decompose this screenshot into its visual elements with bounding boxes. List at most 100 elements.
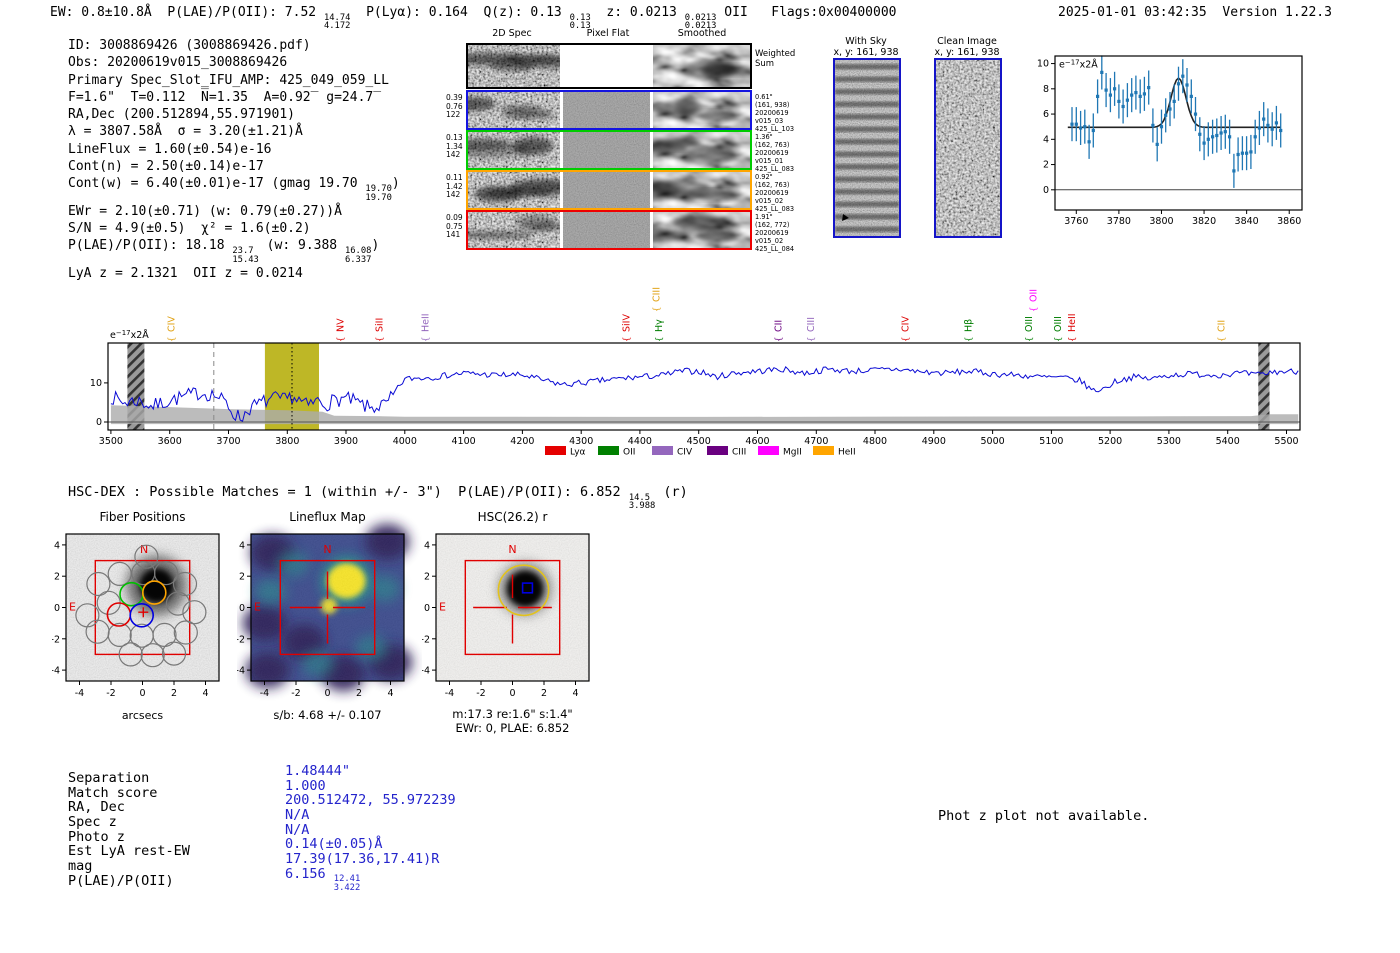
svg-text:OII: OII [1029, 289, 1040, 302]
svg-text:{: { [167, 337, 177, 342]
match-table-label: Photo z [68, 828, 125, 845]
svg-text:3760: 3760 [1064, 216, 1088, 227]
info-line: RA,Dec (200.512894,55.971901) [68, 107, 295, 123]
match-table-value: 1.48444" [285, 763, 351, 779]
svg-text:{: { [1030, 307, 1040, 312]
east-label: E [439, 601, 446, 614]
svg-text:e−17x2Å: e−17x2Å [110, 329, 149, 341]
image-panel-flat [563, 172, 650, 208]
stacked-fraction: 23.7 15.43 [232, 245, 259, 265]
svg-text:CIII: CIII [651, 287, 662, 302]
svg-text:4: 4 [1043, 134, 1049, 145]
svg-text:CIV: CIV [901, 316, 912, 332]
svg-text:-4: -4 [75, 688, 84, 699]
cutout-title: HSC(26.2) r [478, 510, 548, 524]
svg-text:CII: CII [1217, 320, 1228, 332]
svg-text:6: 6 [1043, 109, 1049, 120]
svg-text:3840: 3840 [1235, 216, 1259, 227]
image-panel-flat [563, 92, 650, 128]
svg-text:4600: 4600 [745, 436, 769, 447]
sky-panel-title: With Sky x, y: 161, 938 [833, 36, 899, 58]
svg-text:{: { [421, 337, 431, 342]
svg-text:HeII: HeII [838, 448, 856, 458]
spec2d-col-header: 2D Spec [492, 28, 532, 39]
svg-text:MgII: MgII [783, 448, 802, 458]
info-line: P(LAE)/P(OII): 18.18 23.7 15.43 (w: 9.388… [68, 238, 380, 265]
svg-text:-4: -4 [237, 666, 245, 677]
svg-text:CIV: CIV [677, 448, 693, 458]
hsc-cutout: -4 -4 -2 -2 0 0 2 2 4 4 HSC(26.2) r N Em:17.3 re:1.6… [422, 510, 590, 735]
svg-text:5000: 5000 [981, 436, 1005, 447]
elixer-report-page: EW: 0.8±10.8Å P(LAE)/P(OII): 7.52 14.74 4… [0, 0, 1400, 953]
svg-text:CIII: CIII [732, 448, 746, 458]
svg-text:0: 0 [509, 688, 515, 699]
image-panel-dark [468, 45, 560, 87]
stacked-fraction: 12.41 3.422 [333, 874, 361, 894]
info-line: ID: 3008869426 (3008869426.pdf) [68, 38, 311, 53]
svg-text:{: { [1054, 337, 1064, 342]
cutout-title: Fiber Positions [99, 510, 185, 524]
svg-text:HeII: HeII [1067, 313, 1078, 332]
match-table-row: mag 17.39(17.36,17.41)R [68, 851, 456, 874]
fiber-positions-cutout: -4-4-2-2002244Fiber PositionsNEarcsecs [52, 510, 220, 722]
report-version: Version 1.22.3 [1222, 5, 1332, 20]
svg-text:NV: NV [336, 318, 347, 332]
svg-text:Lyα: Lyα [570, 448, 586, 458]
spec2d-row-left-labels: 0.09 0.75 141 [446, 213, 463, 240]
image-panel-flat [563, 132, 650, 168]
spec2d-row: 0.09 0.75 141 1.91" (162, 772) 20200619 v015_0… [446, 210, 794, 253]
svg-text:OIII: OIII [1024, 316, 1035, 332]
svg-text:-4: -4 [260, 688, 269, 699]
sky-panel-image [833, 58, 901, 238]
cutout-title: Lineflux Map [289, 510, 365, 524]
east-label: E [254, 601, 261, 614]
svg-text:{: { [964, 337, 974, 342]
image-panel-smooth [653, 92, 750, 128]
svg-text:2: 2 [541, 688, 547, 699]
svg-text:3800: 3800 [275, 436, 299, 447]
image-panel-smooth [653, 132, 750, 168]
info-line: LineFlux = 1.60(±0.54)e-16 [68, 141, 272, 157]
svg-text:SiIV: SiIV [621, 314, 632, 332]
info-line: Primary Spec_Slot_IFU_AMP: 425_049_059_L… [68, 72, 389, 88]
legend-swatch [813, 446, 834, 455]
svg-text:{: { [652, 307, 662, 312]
svg-text:2: 2 [239, 572, 245, 583]
svg-text:2: 2 [424, 572, 430, 583]
svg-text:5200: 5200 [1098, 436, 1122, 447]
cutout-caption: s/b: 4.68 +/- 0.107 [273, 708, 381, 722]
info-line: Cont(w) = 6.40(±0.01)e-17 (gmag 19.70 19… [68, 176, 400, 203]
match-table-label: Match score [68, 784, 158, 801]
svg-text:4: 4 [387, 688, 393, 699]
svg-text:5400: 5400 [1216, 436, 1240, 447]
svg-text:4: 4 [424, 540, 430, 551]
spec2d-row: 0.11 1.42 142 0.92" (162, 763) 20200619 v015_0… [446, 170, 794, 213]
image-panel-clean [936, 60, 1000, 236]
image-panel-smooth [653, 212, 750, 248]
stacked-fraction: 14.74 4.172 [323, 12, 351, 32]
full-spectrum-plot: 3500 3600 3700 3800 3900 4000 4100 4200 4300 4400… [90, 287, 1301, 458]
spec2d-row-annotations: 1.91" (162, 772) 20200619 v015_02 425_LL_084 [755, 213, 795, 253]
match-table-label: Separation [68, 770, 150, 786]
cutout-xlabel: arcsecs [122, 709, 164, 722]
match-table-label: RA, Dec [68, 799, 125, 816]
svg-text:SiII: SiII [375, 318, 386, 332]
spec2d-col-header: Smoothed [677, 28, 727, 39]
svg-text:4100: 4100 [452, 436, 476, 447]
detection-info-block: ID: 3008869426 (3008869426.pdf) Obs: 2020… [68, 37, 400, 282]
svg-text:3860: 3860 [1277, 216, 1301, 227]
match-table-row: Separation 1.48444" [68, 763, 456, 786]
svg-text:CIII: CIII [806, 317, 817, 332]
svg-text:4: 4 [572, 688, 578, 699]
svg-text:CII: CII [774, 320, 785, 332]
svg-text:3900: 3900 [334, 436, 358, 447]
svg-text:4200: 4200 [510, 436, 534, 447]
image-panel-noise [468, 132, 560, 168]
cutout-caption-1: m:17.3 re:1.6" s:1.4" [452, 707, 572, 721]
sky-panel-title: Clean Image x, y: 161, 938 [934, 36, 1000, 58]
image-panel-noise [468, 92, 560, 128]
svg-text:0: 0 [239, 603, 245, 614]
svg-text:OII: OII [623, 448, 635, 458]
svg-text:4: 4 [239, 540, 245, 551]
svg-text:0: 0 [139, 688, 145, 699]
